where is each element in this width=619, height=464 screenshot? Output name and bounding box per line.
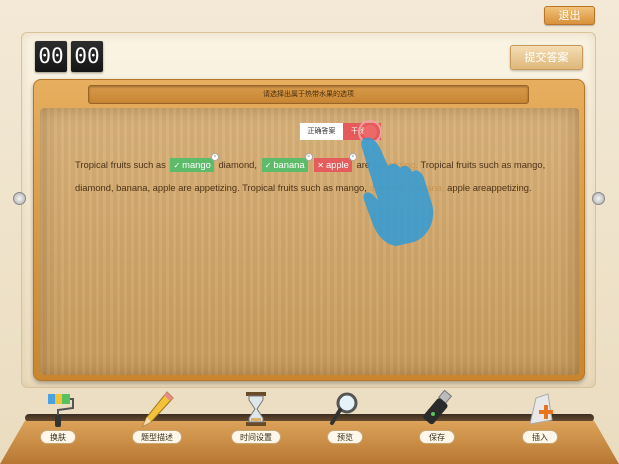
check-icon: ✓: [173, 161, 181, 170]
answer-chip-correct[interactable]: ✓ banana ×: [261, 153, 313, 172]
answer-chip-correct[interactable]: ✓ mango ×: [170, 153, 219, 172]
timer-seconds: 00: [71, 41, 103, 72]
cross-icon: ✕: [317, 161, 324, 170]
usb-drive-icon: [423, 390, 453, 425]
timer-minutes: 00: [35, 41, 67, 72]
left-knob-icon: [13, 192, 26, 205]
correct-answer-button[interactable]: 正确答案: [300, 123, 343, 140]
remove-chip-icon[interactable]: ×: [304, 153, 313, 161]
question-description-tool[interactable]: 题型描述: [132, 390, 182, 444]
board-content-area: [40, 108, 579, 375]
save-tool[interactable]: 保存: [419, 390, 455, 444]
skin-tool[interactable]: 换肤: [40, 390, 76, 444]
insert-tool[interactable]: 插入: [522, 390, 558, 444]
check-icon: ✓: [264, 161, 272, 170]
insert-icon: [529, 393, 553, 425]
passage-segment: diamond,: [218, 159, 258, 170]
preview-tool[interactable]: 预览: [327, 390, 363, 444]
answer-chip-distractor[interactable]: ✕ apple ×: [314, 153, 357, 172]
passage-text[interactable]: Tropical fruits such as ✓ mango × diamond,…: [75, 153, 555, 199]
time-setting-tool[interactable]: 时间设置: [231, 390, 281, 444]
tool-label: 时间设置: [231, 430, 281, 444]
countdown-timer: 00 00: [35, 41, 103, 72]
submit-answer-button[interactable]: 提交答案: [510, 45, 583, 70]
tool-label: 插入: [522, 430, 558, 444]
right-knob-icon: [592, 192, 605, 205]
tool-label: 保存: [419, 430, 455, 444]
remove-chip-icon[interactable]: ×: [210, 153, 219, 161]
hourglass-icon: [246, 392, 266, 426]
exit-button[interactable]: 退出: [544, 6, 595, 25]
tool-label: 题型描述: [132, 430, 182, 444]
pencil-icon: [141, 391, 174, 428]
shelf-rail: [25, 414, 594, 422]
passage-segment: Tropical fruits such as: [75, 159, 166, 170]
chip-label: apple: [325, 159, 349, 170]
paint-roller-icon: [48, 394, 74, 427]
passage-segment: apple areappetizing.: [447, 182, 532, 193]
tool-label: 换肤: [40, 430, 76, 444]
question-prompt[interactable]: 请选择出属于热带水果的选项: [88, 85, 529, 104]
chip-label: mango: [182, 159, 211, 170]
hand-pointer-icon: [358, 120, 434, 246]
chip-label: banana: [273, 159, 305, 170]
magnifier-icon: [330, 392, 358, 425]
tool-label: 预览: [327, 430, 363, 444]
